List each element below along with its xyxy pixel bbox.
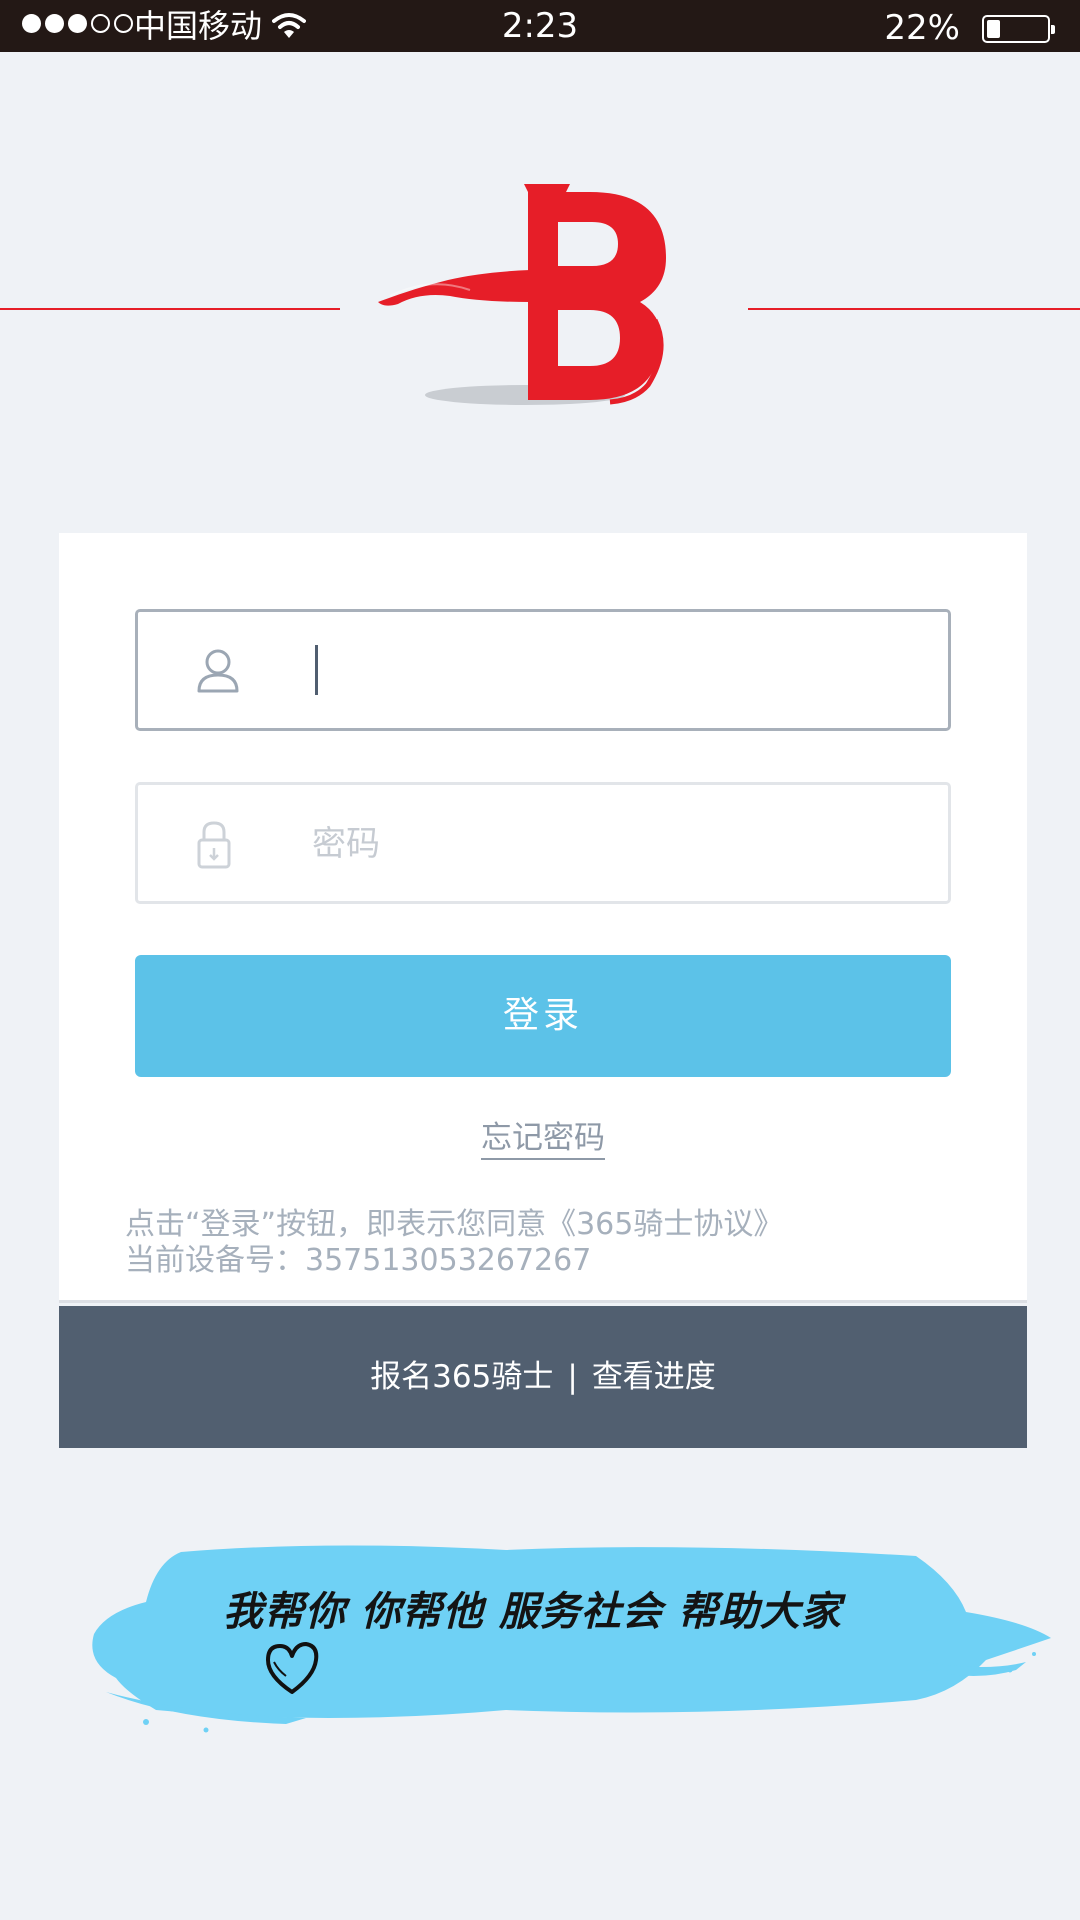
device-number-row: 当前设备号：357513053267267: [125, 1243, 783, 1279]
footer-separator: |: [567, 1359, 578, 1395]
device-number: 357513053267267: [305, 1243, 592, 1278]
battery-icon: [982, 15, 1055, 43]
slogan-text: 我帮你 你帮他 服务社会 帮助大家: [223, 1588, 842, 1635]
brush-banner: [86, 1542, 1056, 1746]
password-field[interactable]: 密码: [135, 782, 951, 904]
password-placeholder: 密码: [312, 824, 380, 864]
agreement-text[interactable]: 点击“登录”按钮，即表示您同意《365骑士协议》: [125, 1207, 783, 1243]
heart-icon: [262, 1640, 322, 1700]
flaming-b-logo: [370, 180, 670, 414]
logo-divider-left: [0, 308, 340, 310]
progress-link[interactable]: 查看进度: [592, 1359, 716, 1395]
login-button[interactable]: 登录: [135, 955, 951, 1077]
battery-level: [987, 20, 1000, 38]
user-icon: [196, 647, 240, 697]
username-field[interactable]: [135, 609, 951, 731]
text-cursor: [315, 645, 318, 695]
card-divider: [59, 1300, 1027, 1303]
lock-icon: [196, 820, 232, 874]
login-card: 密码 登录 忘记密码 点击“登录”按钮，即表示您同意《365骑士协议》 当前设备…: [59, 533, 1027, 1303]
agreement-notice: 点击“登录”按钮，即表示您同意《365骑士协议》 当前设备号：357513053…: [125, 1207, 783, 1279]
logo-divider-right: [748, 308, 1080, 310]
battery-percent: 22%: [884, 8, 960, 48]
footer-links-bar: 报名365骑士 | 查看进度: [59, 1306, 1027, 1448]
forgot-password-link[interactable]: 忘记密码: [481, 1120, 605, 1160]
signup-link[interactable]: 报名365骑士: [370, 1359, 553, 1395]
device-label: 当前设备号：: [125, 1243, 305, 1278]
status-bar: 中国移动 2:23 22%: [0, 0, 1080, 52]
forgot-password-row: 忘记密码: [59, 1117, 1027, 1160]
